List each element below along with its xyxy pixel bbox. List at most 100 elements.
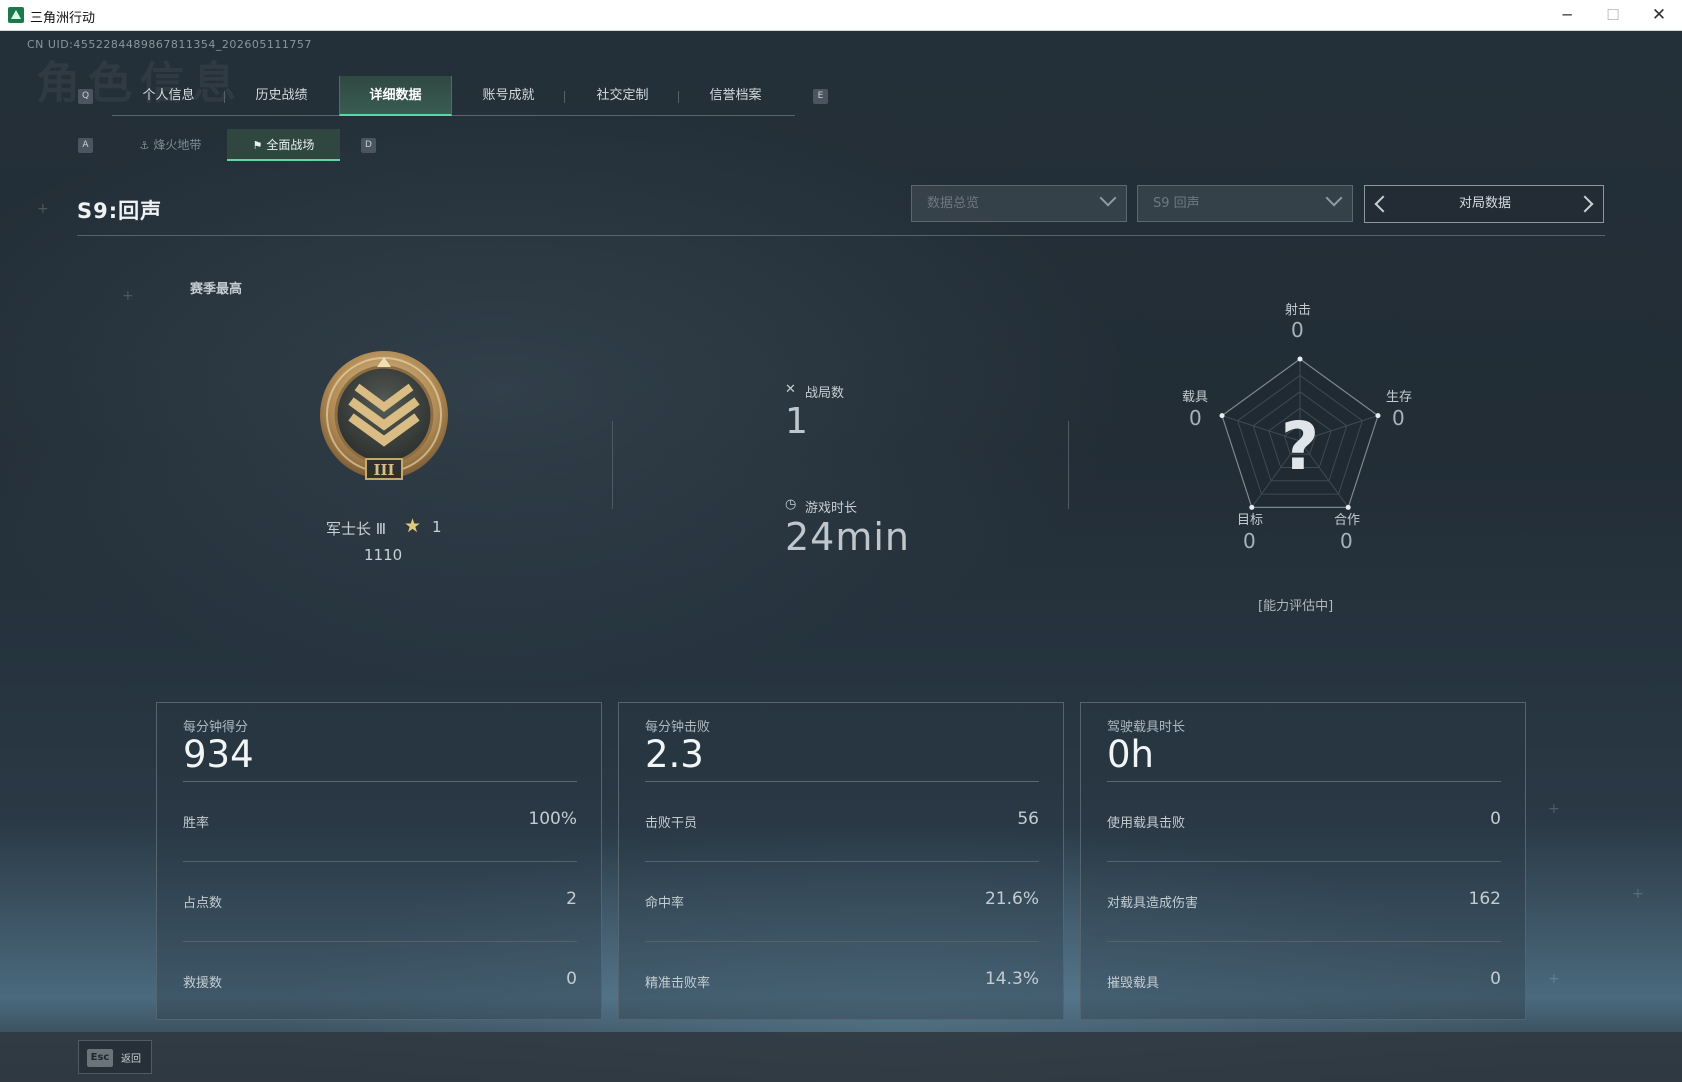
tab-detailed-data[interactable]: 详细数据 xyxy=(339,76,452,116)
stat-row-label: 摧毁载具 xyxy=(1107,976,1160,991)
stat-row-label: 命中率 xyxy=(645,896,685,911)
stat-row-label: 击败干员 xyxy=(645,816,698,831)
badge-numeral: III xyxy=(373,461,394,479)
content-area: 角色信息 CN UID:4552284489867811354_20260511… xyxy=(0,31,1682,1082)
radar-vertex xyxy=(1297,356,1303,362)
stat-row-value: 21.6% xyxy=(984,889,1039,909)
rank-badge-icon: III xyxy=(320,351,448,480)
window-title: 三角洲行动 xyxy=(30,11,96,26)
pager-label: 对局数据 xyxy=(1458,196,1511,211)
stat-row-label: 精准击败率 xyxy=(645,976,711,991)
stat-row: 救援数 0 xyxy=(183,942,577,1022)
game-window: 三角洲行动 ─ ☐ ✕ 角色信息 CN UID:4552284489867811… xyxy=(0,0,1682,1082)
stat-row-label: 救援数 xyxy=(183,976,223,991)
stat-row: 精准击败率 14.3% xyxy=(645,942,1039,1022)
stat-row-value: 0 xyxy=(1490,809,1501,829)
stat-row: 对载具造成伤害 162 xyxy=(1107,862,1501,942)
key-hint-q: Q xyxy=(78,89,93,104)
flag-icon: ⚑ xyxy=(252,139,263,152)
radar-value-objective: 0 xyxy=(1243,529,1256,553)
tab-account-achievements[interactable]: 账号成就 xyxy=(452,76,565,116)
stat-row-value: 56 xyxy=(1017,809,1039,829)
match-data-pager: 对局数据 xyxy=(1364,185,1604,223)
uid-text: CN UID:4552284489867811354_202605111757 xyxy=(27,38,312,51)
subtab-operations[interactable]: ⚓ 烽火地带 xyxy=(114,129,227,161)
rank-star-count: 1 xyxy=(432,518,442,536)
stopwatch-icon: ◷ xyxy=(785,497,797,512)
stat-row: 胜率 100% xyxy=(183,782,577,862)
radar-value-shooting: 0 xyxy=(1291,318,1304,342)
radar-vertex xyxy=(1219,413,1225,419)
compass-icon: ⚓ xyxy=(139,139,150,152)
section-divider xyxy=(1068,421,1069,509)
app-icon xyxy=(8,7,24,23)
stat-row-value: 2 xyxy=(566,889,577,909)
ability-evaluating-note: [能力评估中] xyxy=(1258,599,1334,614)
main-tab-bar: 个人信息 历史战绩 详细数据 账号成就 社交定制 信誉档案 xyxy=(112,76,795,116)
stat-row-value: 0 xyxy=(1490,969,1501,989)
playtime-value: 24min xyxy=(785,515,911,559)
season-select[interactable]: S9 回声 xyxy=(1137,185,1353,222)
crossed-swords-icon: ✕ xyxy=(785,382,796,397)
stat-row-value: 0 xyxy=(566,969,577,989)
stat-row: 命中率 21.6% xyxy=(645,862,1039,942)
playtime-label: 游戏时长 xyxy=(805,501,858,516)
radar-value-vehicle: 0 xyxy=(1189,406,1202,430)
key-hint-e: E xyxy=(813,89,828,104)
stat-row: 占点数 2 xyxy=(183,862,577,942)
corner-mark: + xyxy=(1632,886,1644,902)
close-button[interactable]: ✕ xyxy=(1636,0,1682,31)
data-overview-select[interactable]: 数据总览 xyxy=(911,185,1127,222)
rank-name: 军士长 Ⅲ xyxy=(326,520,387,538)
radar-label-shooting: 射击 xyxy=(1285,303,1312,318)
tab-history-record[interactable]: 历史战绩 xyxy=(225,76,338,116)
stat-row: 使用载具击败 0 xyxy=(1107,782,1501,862)
back-label: 返回 xyxy=(121,1054,141,1065)
radar-value-cooperation: 0 xyxy=(1340,529,1353,553)
corner-mark: + xyxy=(1548,971,1560,987)
card-header-value: 0h xyxy=(1107,733,1154,776)
matches-label: 战局数 xyxy=(805,386,845,401)
radar-label-objective: 目标 xyxy=(1237,513,1264,528)
radar-label-cooperation: 合作 xyxy=(1334,513,1361,528)
stat-row-label: 使用载具击败 xyxy=(1107,816,1186,831)
key-hint-a: A xyxy=(78,138,93,153)
tab-social-custom[interactable]: 社交定制 xyxy=(566,76,679,116)
corner-mark: + xyxy=(37,201,49,217)
radar-label-vehicle: 载具 xyxy=(1182,390,1209,405)
subtab-warfare[interactable]: ⚑ 全面战场 xyxy=(227,129,340,161)
back-button[interactable]: Esc 返回 xyxy=(78,1040,152,1074)
card-header-value: 934 xyxy=(183,733,254,776)
maximize-button[interactable]: ☐ xyxy=(1590,0,1636,31)
radar-label-survival: 生存 xyxy=(1386,390,1413,405)
tab-personal-info[interactable]: 个人信息 xyxy=(112,76,225,116)
title-bar: 三角洲行动 ─ ☐ ✕ xyxy=(0,0,1682,31)
season-divider xyxy=(77,235,1605,236)
radar-vertex xyxy=(1375,413,1381,419)
season-best-label: 赛季最高 xyxy=(190,282,243,297)
stat-row-value: 100% xyxy=(528,809,577,829)
ability-radar-chart: ? xyxy=(1219,356,1381,510)
season-title: S9:回声 xyxy=(77,199,163,223)
chevron-down-icon xyxy=(1325,189,1343,207)
stat-row-value: 162 xyxy=(1468,889,1501,909)
stat-row-label: 胜率 xyxy=(183,816,210,831)
radar-value-survival: 0 xyxy=(1392,406,1405,430)
matches-value: 1 xyxy=(785,401,808,442)
star-icon: ★ xyxy=(404,515,422,537)
stat-row-value: 14.3% xyxy=(984,969,1039,989)
stat-card-kills: 每分钟击败 2.3 击败干员 56 命中率 21.6% 精准击败率 14.3% xyxy=(618,702,1064,1020)
minimize-button[interactable]: ─ xyxy=(1544,0,1590,31)
stat-row-label: 对载具造成伤害 xyxy=(1107,896,1199,911)
rank-score: 1110 xyxy=(364,546,403,564)
stat-card-score: 每分钟得分 934 胜率 100% 占点数 2 救援数 0 xyxy=(156,702,602,1020)
card-header-value: 2.3 xyxy=(645,733,704,776)
corner-mark: + xyxy=(122,288,134,304)
key-hint-d: D xyxy=(361,138,376,153)
radar-center-glyph: ? xyxy=(1281,408,1319,485)
stat-card-vehicle: 驾驶载具时长 0h 使用载具击败 0 对载具造成伤害 162 摧毁载具 0 xyxy=(1080,702,1526,1020)
stat-row: 击败干员 56 xyxy=(645,782,1039,862)
chevron-down-icon xyxy=(1099,189,1117,207)
tab-credit-record[interactable]: 信誉档案 xyxy=(679,76,792,116)
stat-row: 摧毁载具 0 xyxy=(1107,942,1501,1022)
